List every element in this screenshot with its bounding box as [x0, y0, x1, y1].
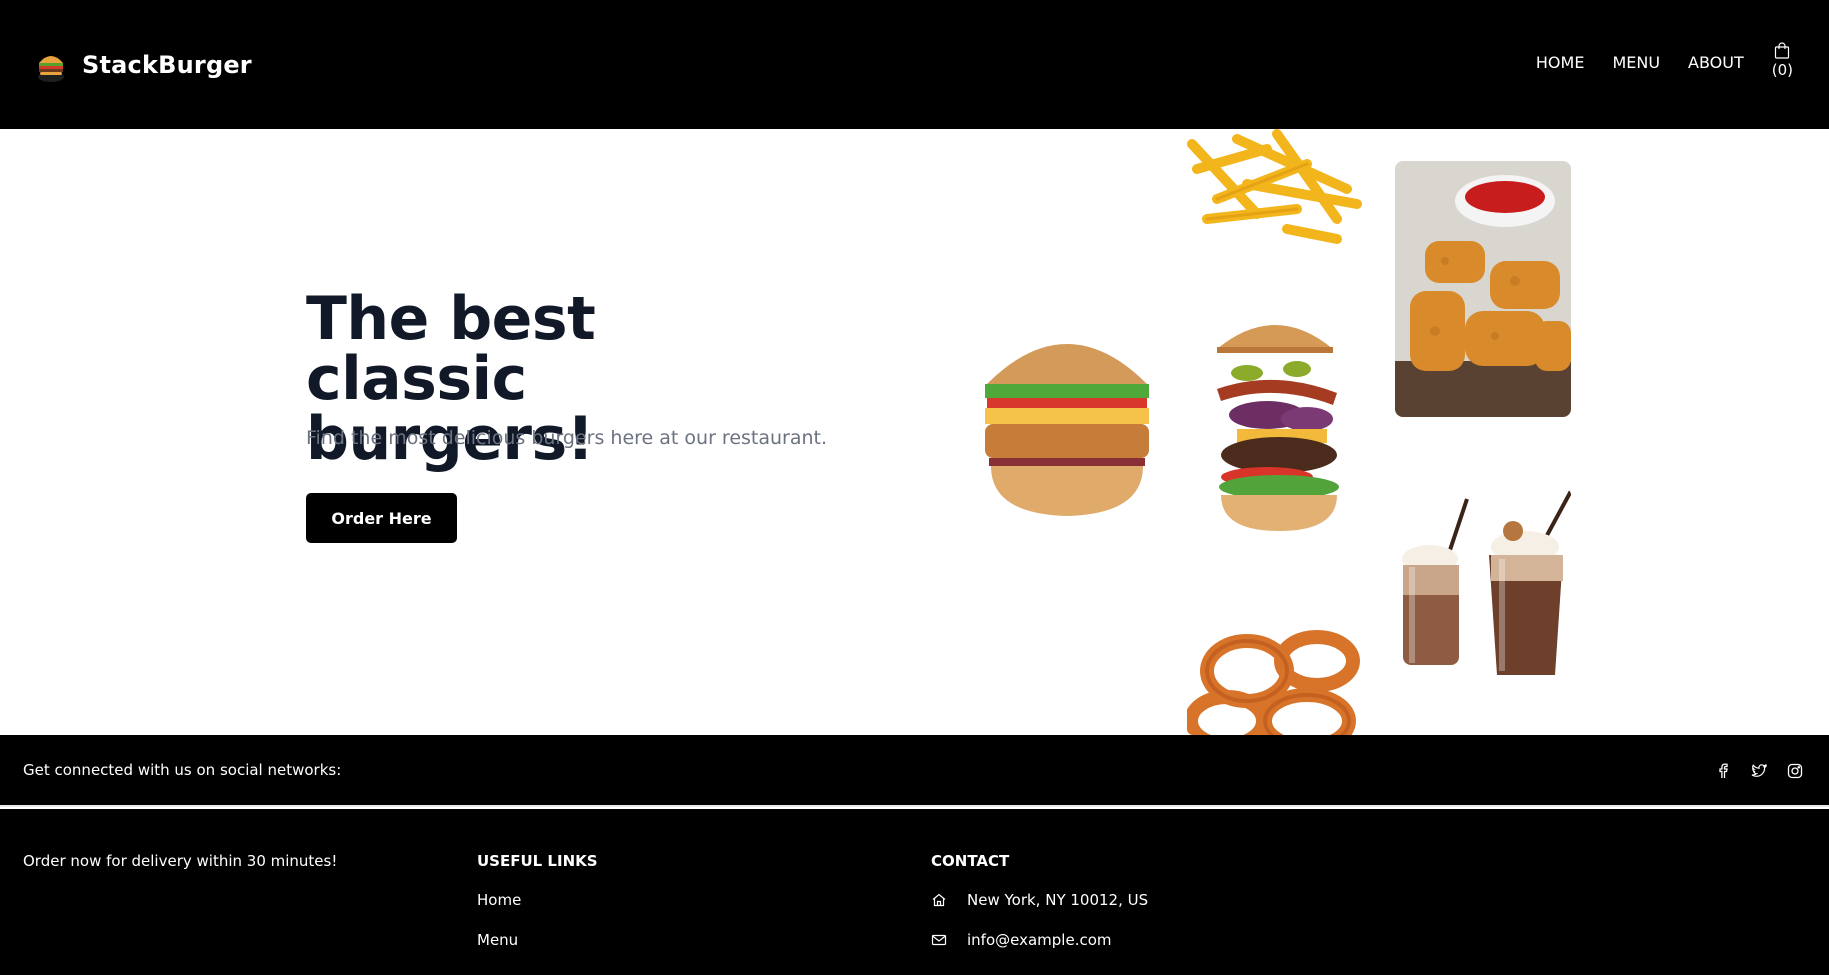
brand-name: StackBurger — [82, 51, 252, 79]
cart-button[interactable]: (0) — [1772, 42, 1793, 79]
footer-link-menu[interactable]: Menu — [477, 930, 598, 950]
contact-column: CONTACT New York, NY 10012, US info@exam… — [931, 852, 1148, 970]
social-bar: Get connected with us on social networks… — [0, 735, 1829, 807]
facebook-icon[interactable] — [1715, 763, 1731, 779]
hero-section: The best classic burgers! Find the most … — [0, 129, 1829, 735]
twitter-icon[interactable] — [1751, 763, 1768, 779]
useful-links-heading: USEFUL LINKS — [477, 852, 598, 870]
footer-link-home[interactable]: Home — [477, 890, 598, 910]
milkshakes-image — [1395, 489, 1571, 679]
main-nav: HOME MENU ABOUT (0) — [1508, 42, 1793, 79]
nav-home[interactable]: HOME — [1536, 52, 1585, 74]
contact-email: info@example.com — [931, 930, 1148, 950]
chicken-burger-image — [979, 324, 1155, 534]
site-footer: Order now for delivery within 30 minutes… — [0, 809, 1829, 975]
instagram-icon[interactable] — [1787, 763, 1803, 779]
social-icons — [1715, 763, 1803, 779]
social-text: Get connected with us on social networks… — [23, 761, 342, 779]
contact-address-text: New York, NY 10012, US — [967, 891, 1149, 909]
home-icon — [931, 892, 947, 908]
contact-address: New York, NY 10012, US — [931, 890, 1148, 910]
hero-subtitle: Find the most delicious burgers here at … — [306, 427, 828, 449]
useful-links-column: USEFUL LINKS Home Menu — [477, 852, 598, 970]
nav-about[interactable]: ABOUT — [1688, 52, 1744, 74]
contact-email-text[interactable]: info@example.com — [967, 930, 1112, 950]
brand[interactable]: StackBurger — [36, 47, 252, 83]
nuggets-image — [1395, 161, 1571, 417]
contact-heading: CONTACT — [931, 852, 1010, 870]
onion-rings-image — [1187, 621, 1363, 735]
cart-count: (0) — [1771, 61, 1793, 79]
stacked-burger-image — [1187, 309, 1363, 539]
footer-tagline: Order now for delivery within 30 minutes… — [23, 852, 338, 870]
nav-menu[interactable]: MENU — [1612, 52, 1660, 74]
shopping-bag-icon — [1775, 42, 1790, 59]
site-header: StackBurger HOME MENU ABOUT (0) — [0, 0, 1829, 129]
burger-logo-icon — [36, 47, 66, 83]
mail-icon — [931, 932, 947, 948]
fries-image — [1187, 129, 1363, 249]
order-here-button[interactable]: Order Here — [306, 493, 457, 543]
